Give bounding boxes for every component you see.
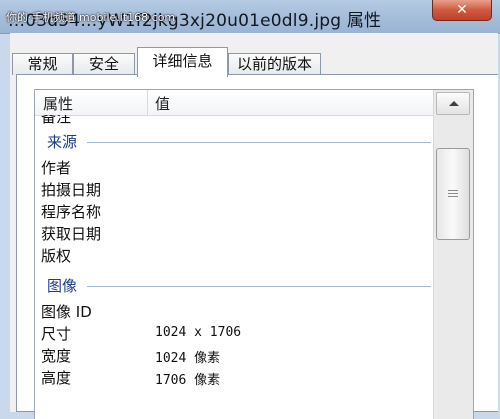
property-value: 1024 x 1706: [155, 325, 242, 340]
details-tab-panel: 属性 值 备注 来源 作者 拍摄日期 程序名称 获取日期 版权 图像 图像 ID…: [16, 74, 498, 419]
list-item[interactable]: 高度 1706 像素: [35, 367, 433, 389]
list-item[interactable]: 宽度 1024 像素: [35, 345, 433, 367]
watermark-text: 你的·手机频道 mobile.it168.com: [6, 11, 176, 24]
close-button[interactable]: ✕: [432, 0, 492, 21]
property-label: 高度: [41, 369, 72, 387]
column-header: 属性 值: [35, 90, 433, 116]
tab-previous-versions[interactable]: 以前的版本: [228, 53, 321, 75]
list-item[interactable]: 拍摄日期: [35, 179, 433, 201]
property-label: 尺寸: [41, 325, 72, 343]
group-title: 来源: [47, 133, 78, 151]
list-item[interactable]: 备注: [35, 115, 433, 128]
column-value[interactable]: 值: [155, 93, 170, 114]
scroll-thumb[interactable]: [436, 148, 470, 240]
property-label: 宽度: [41, 347, 72, 365]
group-title: 图像: [47, 277, 78, 295]
column-property[interactable]: 属性: [43, 93, 73, 114]
property-label: 备注: [41, 115, 72, 126]
property-label: 图像 ID: [41, 303, 92, 321]
list-item[interactable]: 作者: [35, 157, 433, 179]
property-label: 获取日期: [41, 225, 102, 243]
property-value: 1706 像素: [155, 373, 221, 388]
tab-general[interactable]: 常规: [12, 53, 73, 75]
list-item[interactable]: 程序名称: [35, 201, 433, 223]
property-label: 版权: [41, 247, 72, 265]
vertical-scrollbar[interactable]: [433, 90, 473, 419]
tab-security[interactable]: 安全: [73, 53, 135, 75]
list-item[interactable]: 尺寸 1024 x 1706: [35, 323, 433, 345]
list-rows: 备注 来源 作者 拍摄日期 程序名称 获取日期 版权 图像 图像 ID 尺寸 1…: [35, 115, 433, 419]
properties-list[interactable]: 属性 值 备注 来源 作者 拍摄日期 程序名称 获取日期 版权 图像 图像 ID…: [34, 89, 474, 419]
property-label: 拍摄日期: [41, 181, 102, 199]
group-header-image[interactable]: 图像: [35, 275, 433, 297]
column-divider[interactable]: [147, 90, 148, 115]
title-bar[interactable]: …03d54…yW1f2jkg3xj20u01e0dl9.jpg 属性 你的·手…: [0, 0, 500, 34]
close-icon: ✕: [456, 2, 468, 18]
chevron-up-icon: [449, 101, 459, 106]
property-value: 1024 像素: [155, 351, 221, 366]
group-divider: [87, 286, 431, 287]
tab-strip: 常规 安全 详细信息 以前的版本: [10, 47, 498, 77]
property-label: 程序名称: [41, 203, 102, 221]
properties-dialog: 常规 安全 详细信息 以前的版本 属性 值 备注 来源 作者 拍摄日期 程序名称…: [10, 33, 498, 419]
scroll-up-button[interactable]: [436, 92, 470, 115]
tab-details[interactable]: 详细信息: [137, 47, 228, 77]
list-item[interactable]: 图像 ID: [35, 301, 433, 323]
group-header-source[interactable]: 来源: [35, 131, 433, 153]
property-label: 作者: [41, 159, 72, 177]
group-divider: [87, 142, 431, 143]
list-item[interactable]: 版权: [35, 245, 433, 267]
list-item[interactable]: 获取日期: [35, 223, 433, 245]
